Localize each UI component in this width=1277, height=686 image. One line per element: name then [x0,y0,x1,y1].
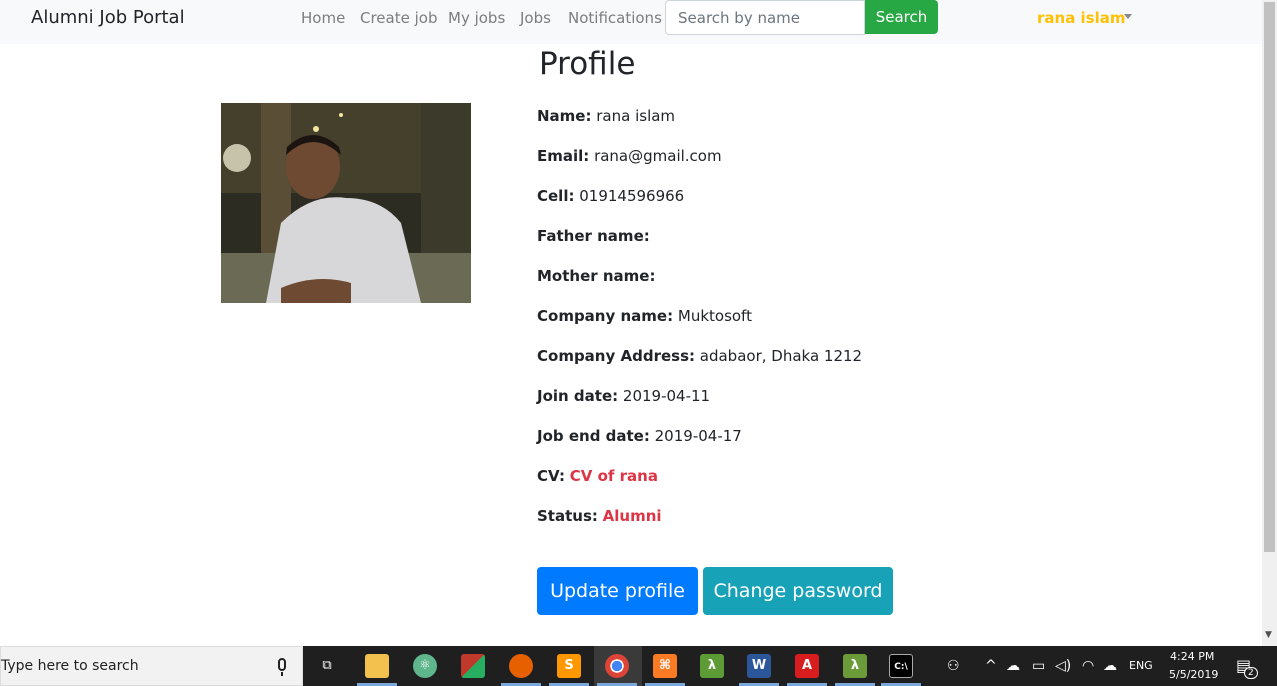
people-icon[interactable]: ⚇ [947,658,960,674]
battery-icon[interactable]: ▭ [1032,658,1045,674]
winrar-icon[interactable] [461,654,485,678]
field-company-address-value: adabaor, Dhaka 1212 [699,347,863,365]
field-join-date-value: 2019-04-11 [622,387,711,405]
nav-create-job[interactable]: Create job [360,9,437,27]
chevron-down-icon[interactable] [1124,14,1132,19]
sublime-icon[interactable]: S [557,654,581,678]
status-value: Alumni [602,507,662,525]
clock-time[interactable]: 4:24 PM [1170,650,1214,663]
wifi-icon[interactable]: ◠ [1082,658,1094,674]
profile-photo [221,103,471,303]
word-icon[interactable]: W [747,654,771,678]
field-company-name: Company name: Muktosoft [537,307,752,325]
scroll-down-arrow-icon[interactable]: ▼ [1265,630,1272,640]
field-join-date: Join date: 2019-04-11 [537,387,711,405]
field-job-end-date: Job end date: 2019-04-17 [537,427,742,445]
page-title: Profile [539,46,636,82]
cv-link[interactable]: CV of rana [570,467,658,485]
search-input[interactable] [665,0,865,35]
upload-cloud-icon[interactable]: ☁ [1103,658,1117,674]
change-password-button[interactable]: Change password [703,567,893,615]
search-button[interactable]: Search [865,0,938,34]
volume-icon[interactable]: ◁) [1055,658,1071,674]
field-father-name: Father name: [537,227,650,245]
scroll-thumb[interactable] [1264,2,1275,552]
field-name-value: rana islam [596,107,676,125]
firefox-icon[interactable] [509,654,533,678]
clock-date[interactable]: 5/5/2019 [1169,668,1218,681]
user-dropdown[interactable]: rana islam [1037,9,1126,27]
taskbar-search-box[interactable]: Type here to search [0,646,303,686]
nav-my-jobs[interactable]: My jobs [448,9,505,27]
acrobat-icon[interactable]: A [795,654,819,678]
brand-link[interactable]: Alumni Job Portal [31,7,185,28]
field-company-address: Company Address: adabaor, Dhaka 1212 [537,347,863,365]
notification-count-badge: 2 [1244,667,1258,679]
cloud-icon[interactable]: ☁ [1006,658,1020,674]
field-name: Name: rana islam [537,107,676,125]
microphone-icon[interactable] [278,658,286,671]
field-cell: Cell: 01914596966 [537,187,685,205]
chrome-icon[interactable] [605,654,629,678]
atom-icon[interactable]: ⚛ [413,654,437,678]
nav-home[interactable]: Home [301,9,345,27]
taskbar-search-placeholder[interactable]: Type here to search [1,658,139,674]
file-explorer-icon[interactable] [365,654,389,678]
xampp-icon[interactable]: ⌘ [653,654,677,678]
field-cv: CV: CV of rana [537,467,658,485]
chevron-up-icon[interactable]: ^ [985,658,997,674]
lambda-icon[interactable]: λ [700,654,724,678]
update-profile-button[interactable]: Update profile [537,567,698,615]
nav-jobs[interactable]: Jobs [520,9,551,27]
field-email-value: rana@gmail.com [594,147,722,165]
task-view-icon[interactable]: ⧉ [315,654,339,678]
terminal-icon[interactable]: C:\ [889,654,913,678]
language-indicator[interactable]: ENG [1129,659,1153,672]
nav-notifications[interactable]: Notifications [568,9,662,27]
page-scrollbar[interactable]: ▼ [1262,0,1277,646]
field-company-name-value: Muktosoft [677,307,752,325]
field-mother-name: Mother name: [537,267,656,285]
windows-taskbar: Type here to search ⧉ ⚛ S ⌘ λ W A λ C:\ … [0,646,1277,686]
field-job-end-date-value: 2019-04-17 [654,427,742,445]
lambda-alt-icon[interactable]: λ [843,654,867,678]
navbar: Alumni Job Portal Home Create job My job… [0,0,1262,44]
field-email: Email: rana@gmail.com [537,147,722,165]
field-cell-value: 01914596966 [579,187,685,205]
field-status: Status: Alumni [537,507,662,525]
